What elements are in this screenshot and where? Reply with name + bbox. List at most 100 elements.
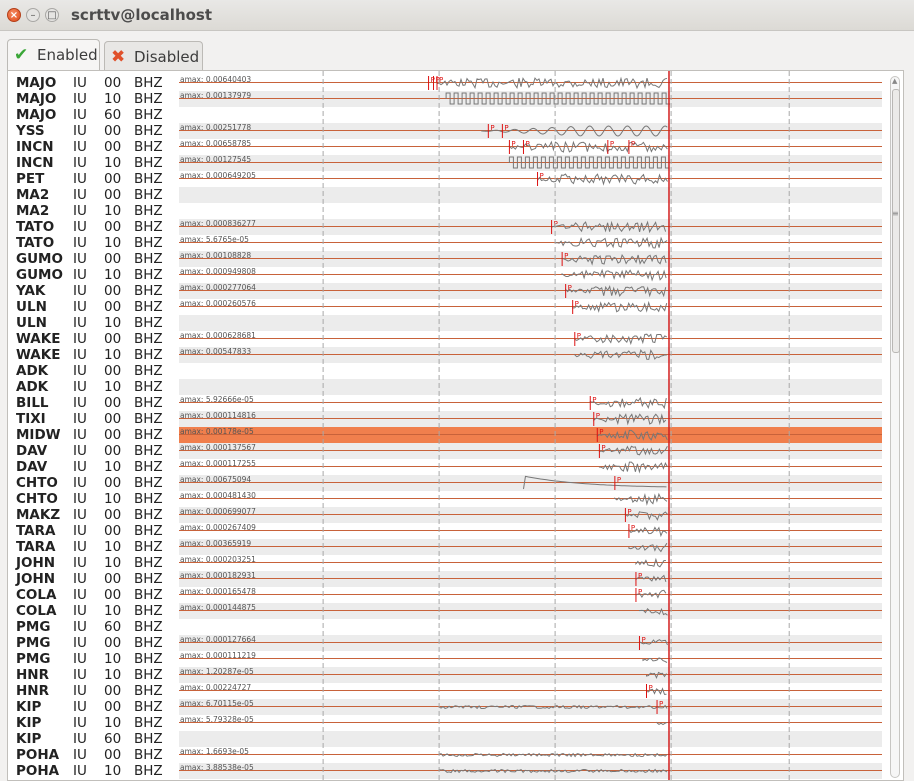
trace-track[interactable]: amax: 0.000649205 P: [179, 171, 882, 187]
station-row[interactable]: HNR IU 10 BHZ amax: 1.20287e-05: [8, 667, 888, 683]
tab-enabled[interactable]: ✔ Enabled: [7, 39, 100, 71]
station-row[interactable]: KIP IU 60 BHZ: [8, 731, 888, 747]
trace-track[interactable]: amax: 0.000277064 P: [179, 283, 882, 299]
trace-track[interactable]: amax: 1.6693e-05: [179, 747, 882, 763]
station-row[interactable]: PET IU 00 BHZ amax: 0.000649205 P: [8, 171, 888, 187]
station-row[interactable]: INCN IU 00 BHZ amax: 0.00658785 P P P P: [8, 139, 888, 155]
station-row[interactable]: GUMO IU 10 BHZ amax: 0.000949808: [8, 267, 888, 283]
station-row[interactable]: KIP IU 10 BHZ amax: 5.79328e-05: [8, 715, 888, 731]
trace-track[interactable]: amax: 0.00640403 P P P: [179, 75, 882, 91]
station-row[interactable]: JOHN IU 10 BHZ amax: 0.000203251: [8, 555, 888, 571]
station-row[interactable]: YAK IU 00 BHZ amax: 0.000277064 P: [8, 283, 888, 299]
station-row[interactable]: DAV IU 00 BHZ amax: 0.000137567 P: [8, 443, 888, 459]
station-row[interactable]: TATO IU 10 BHZ amax: 5.6765e-05: [8, 235, 888, 251]
station-row[interactable]: TARA IU 10 BHZ amax: 0.00365919: [8, 539, 888, 555]
trace-track[interactable]: [179, 187, 882, 203]
station-row[interactable]: WAKE IU 10 BHZ amax: 0.00547833: [8, 347, 888, 363]
trace-track[interactable]: amax: 0.000836277 P: [179, 219, 882, 235]
trace-track[interactable]: [179, 619, 882, 635]
trace-track[interactable]: amax: 0.000117255: [179, 459, 882, 475]
trace-track[interactable]: amax: 0.000949808: [179, 267, 882, 283]
station-row[interactable]: MIDW IU 00 BHZ amax: 0.00178e-05 P: [8, 427, 888, 443]
station-row[interactable]: POHA IU 00 BHZ amax: 1.6693e-05: [8, 747, 888, 763]
station-row[interactable]: DAV IU 10 BHZ amax: 0.000117255: [8, 459, 888, 475]
trace-track[interactable]: amax: 1.20287e-05: [179, 667, 882, 683]
station-row[interactable]: HNR IU 00 BHZ amax: 0.00224727 P: [8, 683, 888, 699]
station-row[interactable]: GUMO IU 00 BHZ amax: 0.00108828 P: [8, 251, 888, 267]
vertical-scrollbar[interactable]: ▲ ≡: [890, 76, 900, 778]
trace-track[interactable]: amax: 0.00108828 P: [179, 251, 882, 267]
station-row[interactable]: MAJO IU 10 BHZ amax: 0.00137979: [8, 91, 888, 107]
trace-track[interactable]: amax: 0.00137979: [179, 91, 882, 107]
trace-track[interactable]: amax: 0.00178e-05 P: [179, 427, 882, 443]
trace-track[interactable]: amax: 0.00547833: [179, 347, 882, 363]
trace-track[interactable]: amax: 3.88538e-05: [179, 763, 882, 779]
trace-track[interactable]: amax: 0.00251778 P P: [179, 123, 882, 139]
scroll-up-icon[interactable]: ▲: [892, 77, 897, 85]
trace-track[interactable]: amax: 0.000481430: [179, 491, 882, 507]
trace-track[interactable]: amax: 0.000260576 P: [179, 299, 882, 315]
station-row[interactable]: TIXI IU 00 BHZ amax: 0.000114816 P: [8, 411, 888, 427]
trace-track[interactable]: amax: 0.000182931 P: [179, 571, 882, 587]
maximize-window-button[interactable]: □: [45, 8, 59, 22]
trace-track[interactable]: [179, 363, 882, 379]
trace-track[interactable]: amax: 0.000165478 P: [179, 587, 882, 603]
trace-track[interactable]: [179, 107, 882, 123]
trace-track[interactable]: [179, 203, 882, 219]
station-row[interactable]: TARA IU 00 BHZ amax: 0.000267409 P: [8, 523, 888, 539]
station-row[interactable]: MA2 IU 10 BHZ: [8, 203, 888, 219]
station-row[interactable]: CHTO IU 10 BHZ amax: 0.000481430: [8, 491, 888, 507]
trace-track[interactable]: amax: 5.6765e-05: [179, 235, 882, 251]
trace-track[interactable]: amax: 5.79328e-05: [179, 715, 882, 731]
station-row[interactable]: ADK IU 10 BHZ: [8, 379, 888, 395]
station-row[interactable]: PMG IU 60 BHZ: [8, 619, 888, 635]
trace-track[interactable]: amax: 0.000628681 P: [179, 331, 882, 347]
trace-track[interactable]: amax: 0.000111219: [179, 651, 882, 667]
trace-track[interactable]: amax: 5.92666e-05 P: [179, 395, 882, 411]
station-row[interactable]: TATO IU 00 BHZ amax: 0.000836277 P: [8, 219, 888, 235]
trace-track[interactable]: amax: 0.000114816 P: [179, 411, 882, 427]
station-row[interactable]: ULN IU 00 BHZ amax: 0.000260576 P: [8, 299, 888, 315]
station-row[interactable]: JOHN IU 00 BHZ amax: 0.000182931 P: [8, 571, 888, 587]
station-row[interactable]: WAKE IU 00 BHZ amax: 0.000628681 P: [8, 331, 888, 347]
trace-track[interactable]: amax: 0.00658785 P P P P: [179, 139, 882, 155]
station-row[interactable]: YSS IU 00 BHZ amax: 0.00251778 P P: [8, 123, 888, 139]
station-row[interactable]: ULN IU 10 BHZ: [8, 315, 888, 331]
station-row[interactable]: CHTO IU 00 BHZ amax: 0.00675094 P: [8, 475, 888, 491]
trace-track[interactable]: amax: 0.000144875: [179, 603, 882, 619]
station-row[interactable]: MAJO IU 60 BHZ: [8, 107, 888, 123]
station-row[interactable]: MA2 IU 00 BHZ: [8, 187, 888, 203]
trace-track[interactable]: amax: 0.00127545: [179, 155, 882, 171]
tab-disabled[interactable]: ✖ Disabled: [104, 41, 203, 70]
amax-label: amax: 0.00251778: [180, 123, 252, 132]
trace-track[interactable]: amax: 0.000203251: [179, 555, 882, 571]
trace-track[interactable]: [179, 315, 882, 331]
station-row[interactable]: COLA IU 00 BHZ amax: 0.000165478 P: [8, 587, 888, 603]
station-row[interactable]: PMG IU 10 BHZ amax: 0.000111219: [8, 651, 888, 667]
minimize-window-button[interactable]: –: [26, 8, 40, 22]
station-row[interactable]: COLA IU 10 BHZ amax: 0.000144875: [8, 603, 888, 619]
scrollbar-thumb[interactable]: [892, 89, 900, 353]
station-row[interactable]: ADK IU 00 BHZ: [8, 363, 888, 379]
close-window-button[interactable]: ×: [7, 8, 21, 22]
station-row[interactable]: POHA IU 10 BHZ amax: 3.88538e-05: [8, 763, 888, 779]
station-row[interactable]: MAJO IU 00 BHZ amax: 0.00640403 P P P: [8, 75, 888, 91]
station-row[interactable]: INCN IU 10 BHZ amax: 0.00127545: [8, 155, 888, 171]
channel-code: BHZ: [134, 699, 163, 715]
station-row[interactable]: PMG IU 00 BHZ amax: 0.000127664 P: [8, 635, 888, 651]
trace-track[interactable]: amax: 0.000137567 P: [179, 443, 882, 459]
station-row[interactable]: BILL IU 00 BHZ amax: 5.92666e-05 P: [8, 395, 888, 411]
trace-track[interactable]: amax: 0.000127664 P: [179, 635, 882, 651]
trace-track[interactable]: amax: 0.00224727 P: [179, 683, 882, 699]
trace-track[interactable]: [179, 379, 882, 395]
station-row[interactable]: MAKZ IU 00 BHZ amax: 0.000699077 P: [8, 507, 888, 523]
trace-track[interactable]: amax: 0.000699077 P: [179, 507, 882, 523]
trace-track[interactable]: amax: 0.00675094 P: [179, 475, 882, 491]
trace-track[interactable]: amax: 0.00365919: [179, 539, 882, 555]
trace-track[interactable]: [179, 731, 882, 747]
pick-label: P: [511, 140, 515, 148]
trace-track[interactable]: amax: 0.000267409 P: [179, 523, 882, 539]
trace-track[interactable]: amax: 6.70115e-05 P: [179, 699, 882, 715]
amax-label: amax: 0.000117255: [180, 459, 256, 468]
station-row[interactable]: KIP IU 00 BHZ amax: 6.70115e-05 P: [8, 699, 888, 715]
